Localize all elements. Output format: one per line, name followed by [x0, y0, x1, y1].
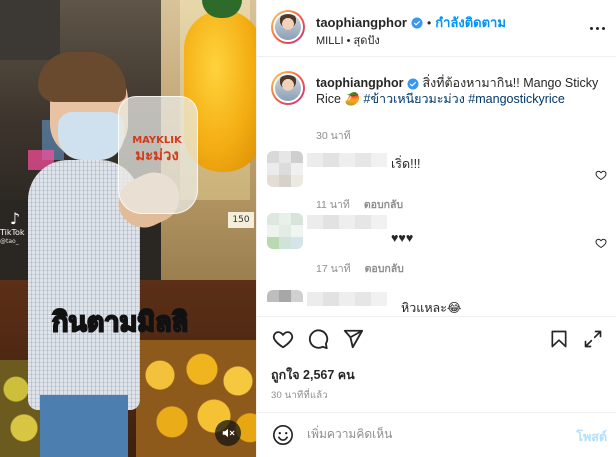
share-button[interactable]: [341, 327, 365, 351]
background-signboard: [0, 0, 60, 60]
comment-time: 17 นาที: [316, 263, 351, 275]
bookmark-icon: [551, 330, 567, 348]
share-icon: [343, 329, 364, 349]
tiktok-watermark: ♪ TikTok @tao_: [0, 210, 30, 252]
price-tag: 150: [228, 212, 254, 228]
comment-username-blurred[interactable]: [307, 153, 387, 167]
hashtag-link[interactable]: #ข้าวเหนียวมะม่วง: [364, 92, 465, 106]
post-comment-button[interactable]: โพสต์: [576, 427, 607, 447]
comment-item: เริ่ด!!! 11 นาที ตอบกลับ: [257, 151, 616, 211]
person-jeans: [40, 395, 128, 457]
hashtag-link[interactable]: #mangostickyrice: [468, 92, 565, 106]
speaker-muted-icon: [222, 428, 235, 438]
comment-like-heart-icon[interactable]: [595, 237, 607, 249]
bag-label-bottom: มะม่วง: [135, 146, 179, 164]
post-side-panel: taophiangphor • กำลังติดตาม MILLI • สุดป…: [256, 0, 616, 457]
emoji-button[interactable]: [271, 423, 295, 447]
header-username[interactable]: taophiangphor: [316, 15, 407, 30]
video-caption-overlay: กินตามมิลลิ: [51, 306, 189, 339]
heart-icon: [272, 331, 294, 349]
mute-button[interactable]: [215, 420, 241, 446]
expand-icon: [584, 330, 602, 348]
comment-username-blurred[interactable]: [307, 215, 387, 229]
likes-count[interactable]: ถูกใจ 2,567 คน: [271, 365, 355, 385]
mango-emoji: 🥭: [344, 92, 361, 106]
caption-avatar[interactable]: [271, 71, 305, 105]
save-button[interactable]: [547, 327, 571, 351]
comment-text: เริ่ด!!!: [391, 157, 421, 171]
person-hair: [38, 52, 126, 102]
bag-label-top: MAYKLIK: [132, 135, 182, 146]
like-button[interactable]: [271, 327, 295, 351]
post-header: taophiangphor • กำลังติดตาม MILLI • สุดป…: [257, 0, 616, 57]
verified-badge-icon: [407, 78, 419, 90]
tiktok-logo-icon: ♪: [9, 209, 21, 228]
comment-item: ♥♥♥ 17 นาที ตอบกลับ: [257, 213, 616, 275]
comment-icon: [308, 329, 329, 350]
comment-text: หิวแหละ😂: [401, 301, 462, 315]
reply-button[interactable]: ตอบกลับ: [364, 199, 403, 211]
comment-avatar-blurred[interactable]: [267, 290, 303, 310]
add-comment-bar: โพสต์: [257, 412, 616, 457]
following-button[interactable]: กำลังติดตาม: [435, 12, 506, 33]
comment-time: 11 นาที: [316, 199, 350, 211]
header-separator: •: [427, 15, 432, 30]
instagram-post: MAYKLIK มะม่วง 150 ♪ TikTok @tao_ กินตาม…: [0, 0, 616, 457]
comment-item: หิวแหละ😂: [257, 290, 616, 315]
comment-avatar-blurred[interactable]: [267, 213, 303, 249]
caption-time: 30 นาที: [316, 130, 351, 142]
comment-username-blurred[interactable]: [307, 292, 397, 306]
caption-username[interactable]: taophiangphor: [316, 76, 404, 90]
comment-meta: 17 นาที ตอบกลับ: [316, 260, 404, 277]
comment-like-heart-icon[interactable]: [595, 169, 607, 181]
caption-text: taophiangphor สิ่งที่ต้องหามากิน!! Mango…: [316, 75, 606, 107]
post-media[interactable]: MAYKLIK มะม่วง 150 ♪ TikTok @tao_ กินตาม…: [0, 0, 256, 457]
fullscreen-button[interactable]: [581, 327, 605, 351]
comment-text: ♥♥♥: [391, 231, 414, 245]
audio-subtitle[interactable]: MILLI • สุดปัง: [316, 31, 380, 49]
smiley-icon: [273, 425, 293, 445]
comments-list: taophiangphor สิ่งที่ต้องหามากิน!! Mango…: [257, 57, 616, 315]
header-user-line: taophiangphor • กำลังติดตาม: [316, 12, 506, 33]
more-options-button[interactable]: [585, 18, 609, 38]
comment-avatar-blurred[interactable]: [267, 151, 303, 187]
avatar[interactable]: [271, 10, 305, 44]
comment-meta: 11 นาที ตอบกลับ: [316, 196, 403, 213]
person-face-mask: [58, 112, 124, 160]
comment-button[interactable]: [306, 327, 330, 351]
tiktok-name: TikTok: [0, 228, 25, 237]
add-comment-input[interactable]: [307, 423, 557, 445]
tiktok-handle: @tao_: [0, 238, 19, 245]
more-horizontal-icon: [589, 26, 593, 30]
post-timestamp: 30 นาทีที่แล้ว: [271, 390, 328, 401]
reply-button[interactable]: ตอบกลับ: [365, 263, 404, 275]
verified-badge-icon: [411, 17, 423, 28]
bag-label: MAYKLIK มะม่วง: [126, 134, 188, 180]
